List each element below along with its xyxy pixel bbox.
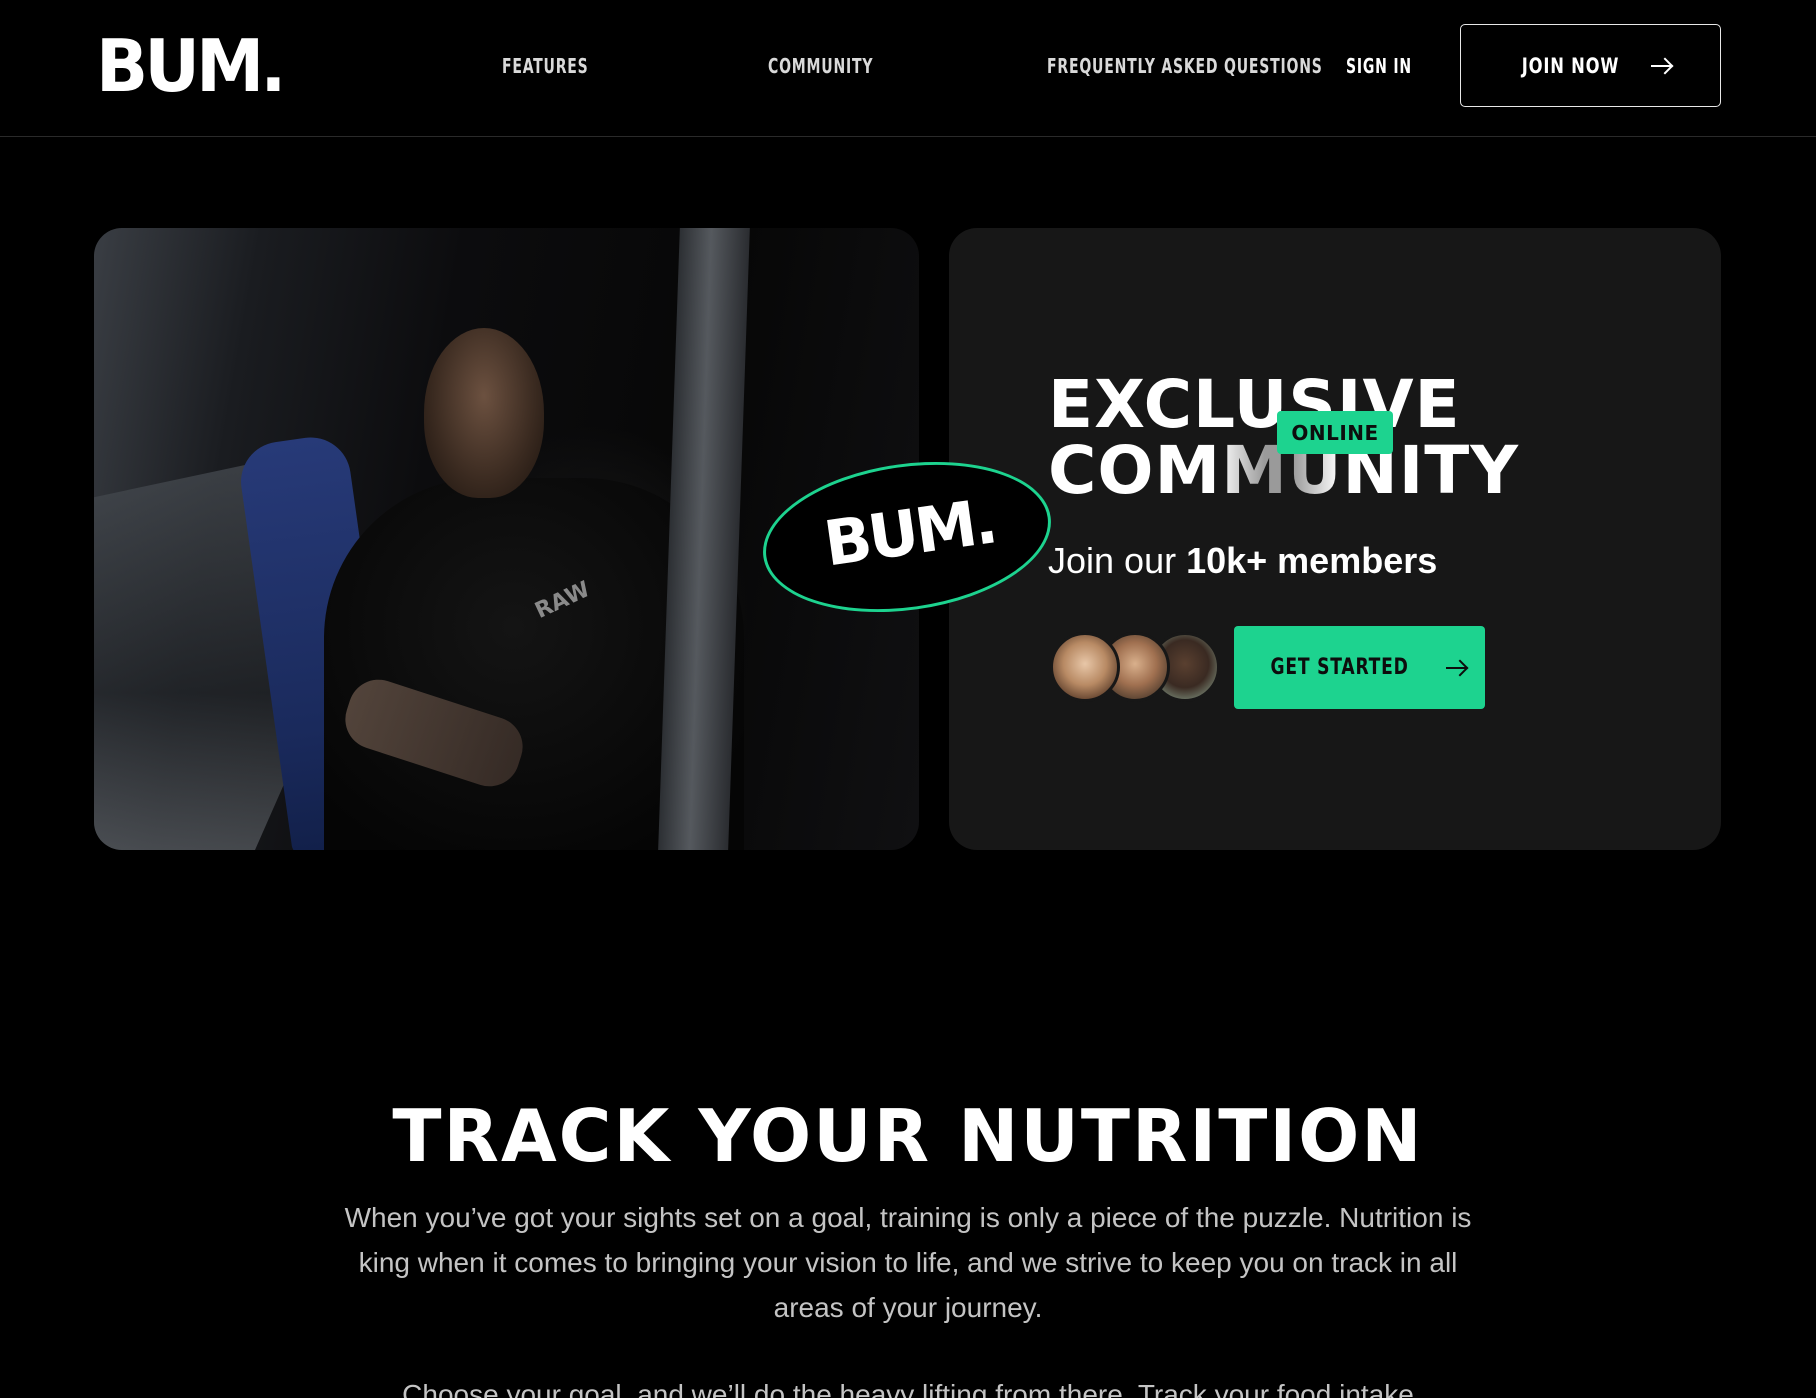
community-card (949, 228, 1721, 850)
online-badge: ONLINE (1277, 411, 1393, 454)
athlete-head (424, 328, 544, 498)
member-avatars (1050, 632, 1220, 702)
members-count: 10k+ members (1186, 540, 1438, 581)
join-now-button[interactable]: JOIN NOW (1460, 24, 1721, 107)
sign-in-link[interactable]: SIGN IN (1346, 54, 1412, 78)
get-started-button[interactable]: GET STARTED (1234, 626, 1485, 709)
join-now-label: JOIN NOW (1521, 53, 1620, 78)
center-logo-badge: BUM. (753, 444, 1061, 630)
get-started-label: GET STARTED (1270, 655, 1409, 680)
brand-logo[interactable]: BUM. (96, 30, 286, 102)
nutrition-paragraph: When you’ve got your sights set on a goa… (344, 1202, 1472, 1323)
nutrition-title: TRACK YOUR NUTRITION (392, 1094, 1424, 1178)
members-subline: Join our 10k+ members (1048, 540, 1437, 582)
nav-link-features[interactable]: FEATURES (502, 54, 589, 78)
arrow-right-icon (1650, 58, 1673, 74)
subline-prefix: Join our (1048, 540, 1187, 581)
top-navbar: BUM. FEATURES COMMUNITY FREQUENTLY ASKED… (0, 0, 1816, 137)
avatar (1050, 632, 1120, 702)
nutrition-paragraph-2: Choose your goal, and we’ll do the heavy… (402, 1379, 1414, 1398)
nav-link-faq[interactable]: FREQUENTLY ASKED QUESTIONS (1047, 54, 1323, 78)
arrow-right-icon (1446, 660, 1468, 676)
nav-link-community[interactable]: COMMUNITY (768, 54, 873, 78)
